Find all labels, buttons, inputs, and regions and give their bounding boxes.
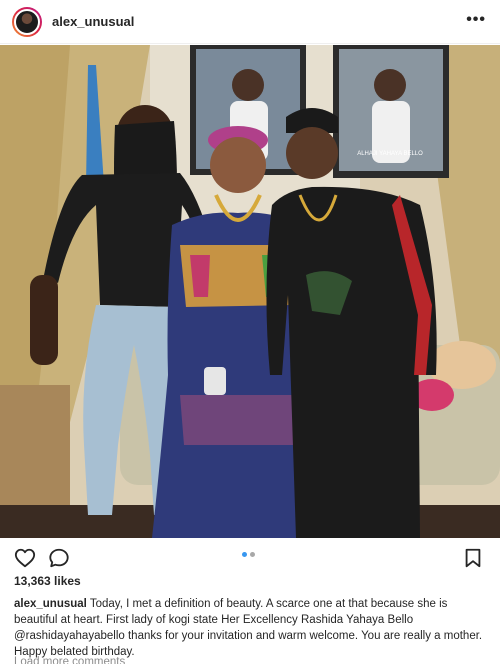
carousel-indicator [242,552,255,557]
portrait-caption: ALHAJI YAHAYA BELLO [357,151,423,157]
more-options-icon[interactable]: ••• [466,12,486,28]
likes-count[interactable]: 13,363 likes [14,574,81,588]
post-username[interactable]: alex_unusual [52,14,134,29]
photo-illustration: ALHAJI YAHAYA BELLO [0,45,500,538]
bookmark-icon[interactable] [462,547,484,569]
post-header: alex_unusual ••• [0,0,500,44]
avatar-image [14,8,40,35]
load-more-comments-link[interactable]: Load more comments [14,656,125,664]
post-actions-bar [0,538,500,576]
caption-username[interactable]: alex_unusual [14,598,87,610]
post-photo[interactable]: ALHAJI YAHAYA BELLO [0,45,500,538]
caption-mention[interactable]: @rashidayahayabello [14,630,125,642]
heart-icon[interactable] [14,547,36,569]
comment-icon[interactable] [48,547,70,569]
avatar[interactable] [12,6,42,37]
carousel-dot [250,552,255,557]
post-caption: alex_unusual Today, I met a definition o… [14,596,488,660]
carousel-dot-active [242,552,247,557]
